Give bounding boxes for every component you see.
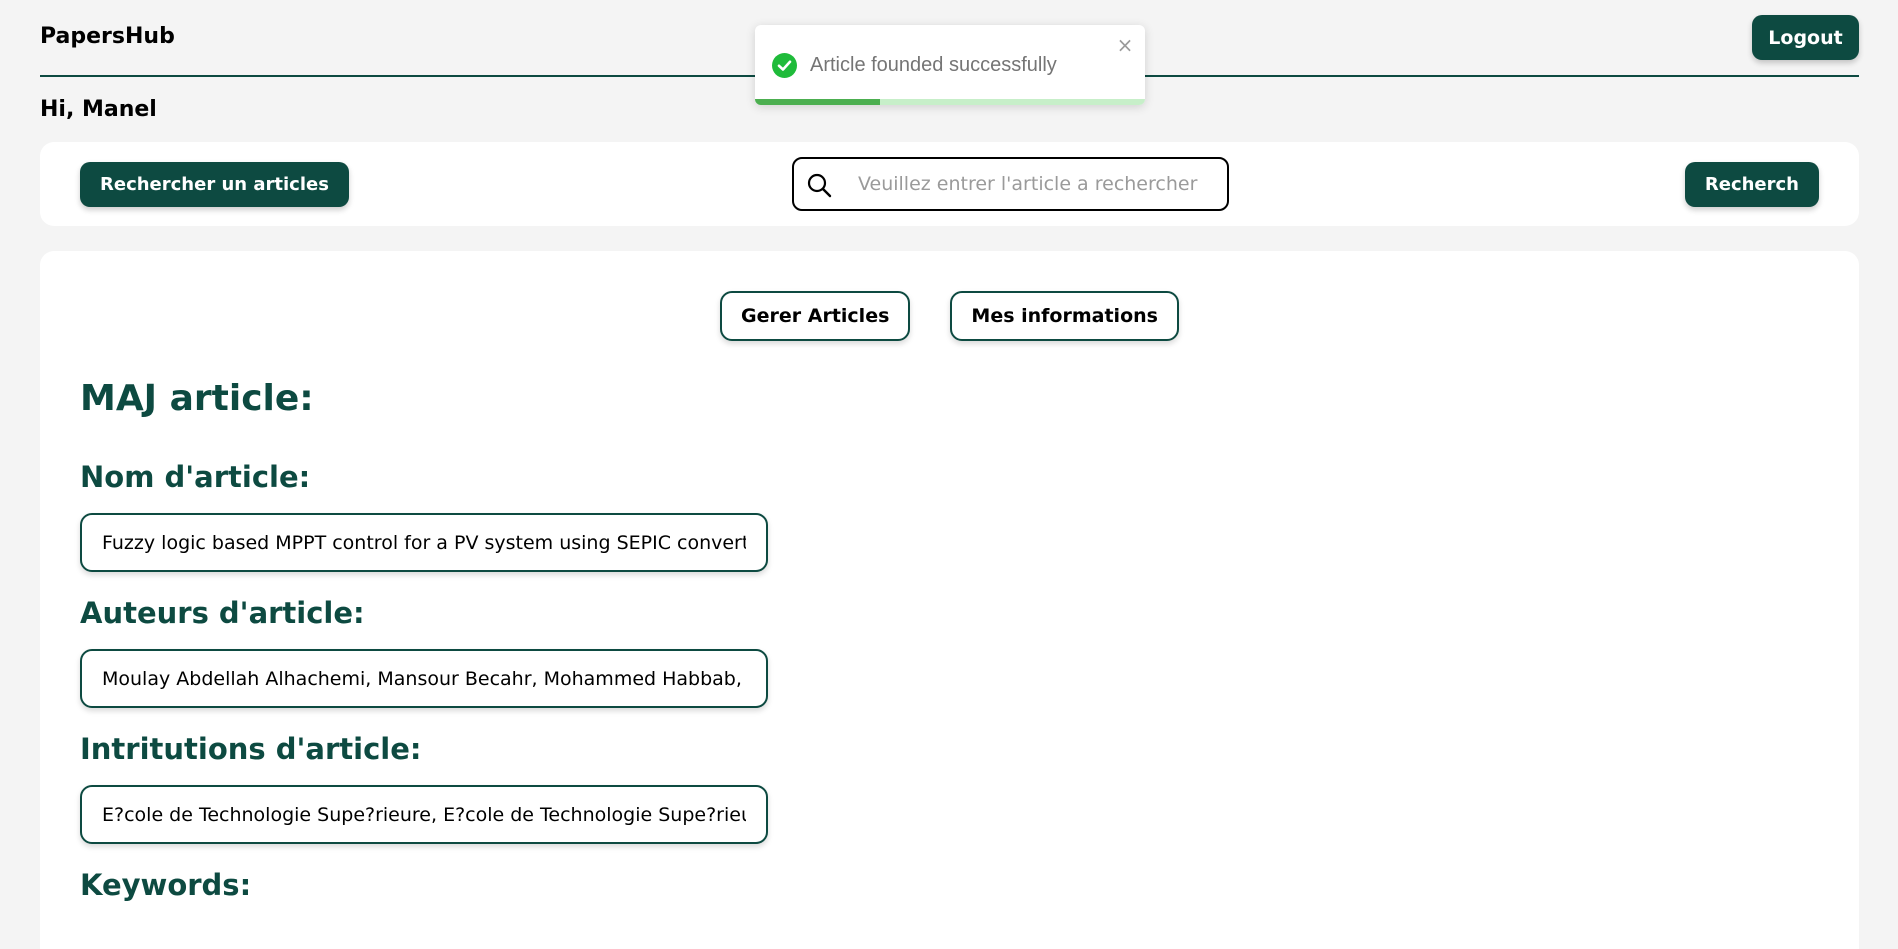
- check-circle-fill: [772, 53, 797, 78]
- toast-progress-bar: [755, 99, 880, 105]
- close-icon[interactable]: ×: [1115, 35, 1135, 55]
- form-title: MAJ article:: [80, 378, 314, 419]
- article-name-label: Nom d'article:: [80, 460, 311, 494]
- article-authors-label: Auteurs d'article:: [80, 596, 365, 630]
- keywords-label: Keywords:: [80, 868, 252, 902]
- tab-bar: Gerer Articles Mes informations: [40, 291, 1859, 341]
- search-input[interactable]: [858, 159, 1218, 209]
- brand-logo[interactable]: PapersHub: [40, 24, 175, 49]
- check-circle-icon: [772, 53, 797, 78]
- tab-manage-articles[interactable]: Gerer Articles: [720, 291, 911, 341]
- toast-message: Article founded successfully: [810, 54, 1057, 76]
- search-panel: Rechercher un articles Recherch: [40, 142, 1859, 226]
- article-institutions-input[interactable]: [80, 785, 768, 844]
- success-toast: Article founded successfully ×: [755, 25, 1145, 105]
- tab-my-information[interactable]: Mes informations: [950, 291, 1179, 341]
- search-articles-button[interactable]: Rechercher un articles: [80, 162, 349, 207]
- article-institutions-label: Intritutions d'article:: [80, 732, 422, 766]
- search-submit-button[interactable]: Recherch: [1684, 162, 1819, 207]
- toast-progress-track: [755, 99, 1145, 105]
- article-name-input[interactable]: [80, 513, 768, 572]
- article-authors-input[interactable]: [80, 649, 768, 708]
- search-box[interactable]: [792, 157, 1229, 211]
- main-card: Gerer Articles Mes informations MAJ arti…: [40, 251, 1859, 949]
- greeting: Hi, Manel: [40, 97, 157, 122]
- logout-button[interactable]: Logout: [1752, 15, 1859, 60]
- update-article-form: MAJ article: Nom d'article: Auteurs d'ar…: [80, 377, 780, 921]
- search-icon: [807, 173, 832, 198]
